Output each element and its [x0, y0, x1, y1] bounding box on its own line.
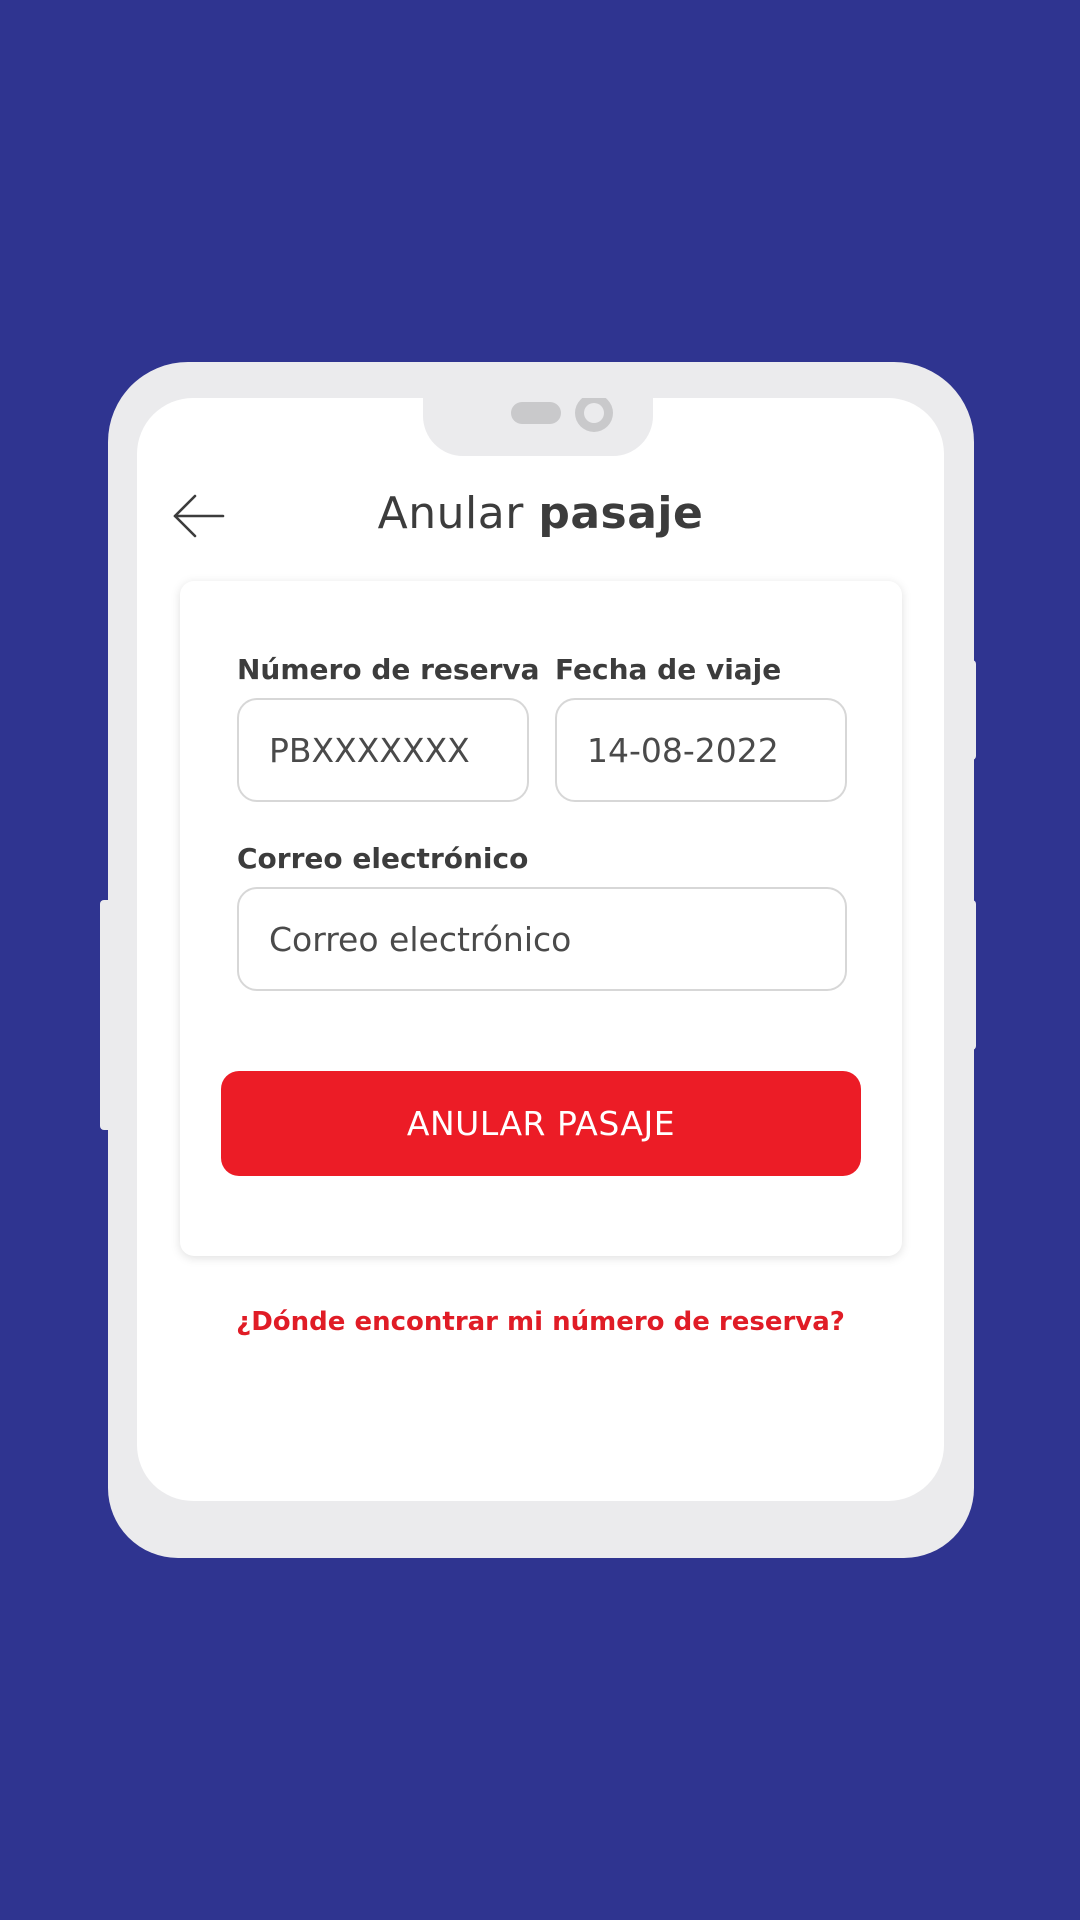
page-title-bold: pasaje: [538, 488, 704, 539]
travel-date-input[interactable]: [555, 698, 847, 802]
cancel-ticket-button[interactable]: ANULAR PASAJE: [221, 1071, 861, 1176]
phone-notch: [423, 398, 653, 456]
reservation-number-input[interactable]: [237, 698, 529, 802]
speaker-icon: [511, 402, 561, 424]
phone-screen: Anular pasaje Número de reserva Fecha de…: [137, 398, 944, 1501]
page-title-regular: Anular: [377, 488, 524, 539]
phone-side-button: [962, 660, 976, 760]
reservation-number-label: Número de reserva: [237, 653, 540, 686]
page-title: Anular pasaje: [137, 488, 944, 539]
camera-icon: [575, 398, 613, 432]
travel-date-label: Fecha de viaje: [555, 653, 782, 686]
email-label: Correo electrónico: [237, 842, 529, 875]
find-reservation-number-link[interactable]: ¿Dónde encontrar mi número de reserva?: [137, 1307, 944, 1337]
phone-left-button: [100, 900, 114, 1130]
email-input[interactable]: [237, 887, 847, 991]
phone-volume-button: [962, 900, 976, 1050]
cancel-form-card: Número de reserva Fecha de viaje Correo …: [180, 581, 902, 1256]
